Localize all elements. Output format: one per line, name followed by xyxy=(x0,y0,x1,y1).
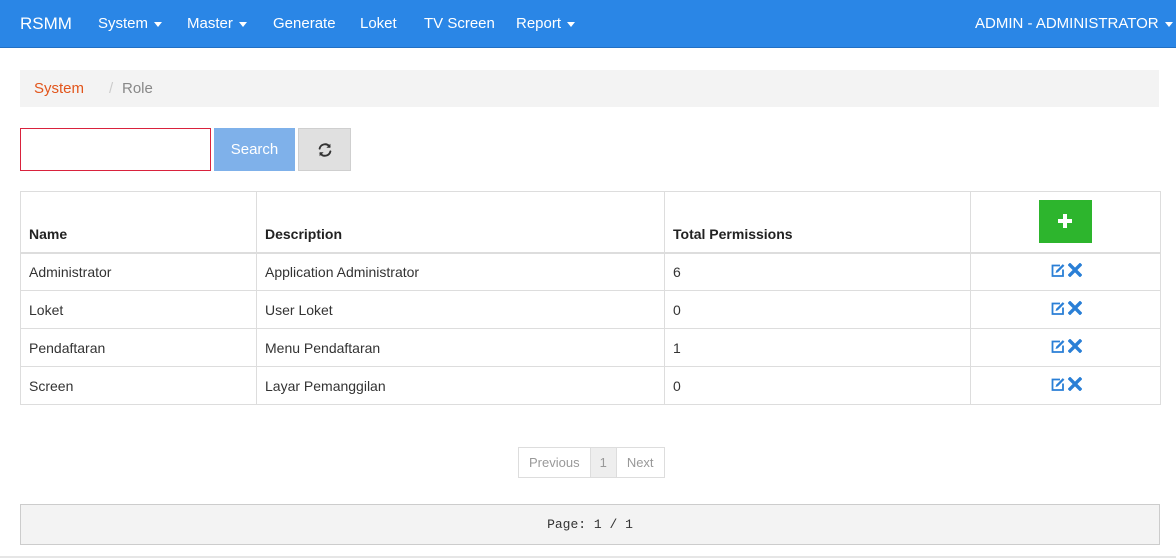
nav-item-label: TV Screen xyxy=(424,15,495,32)
nav-item-system[interactable]: System xyxy=(98,0,163,48)
column-header-actions xyxy=(970,191,1161,254)
breadcrumb-separator: / xyxy=(109,80,114,97)
cell-name: Pendaftaran xyxy=(20,328,257,367)
nav-item-label: Generate xyxy=(273,15,336,32)
cell-actions xyxy=(970,328,1161,367)
cell-description: User Loket xyxy=(256,290,665,329)
cell-description: Application Administrator xyxy=(256,252,665,291)
caret-down-icon xyxy=(1164,21,1173,27)
brand-link[interactable]: RSMM xyxy=(20,0,72,48)
nav-item-loket[interactable]: Loket xyxy=(360,0,397,48)
breadcrumb-system-link[interactable]: System xyxy=(34,70,84,107)
refresh-button[interactable] xyxy=(298,128,351,171)
breadcrumb-current: Role xyxy=(122,80,153,97)
cell-description: Layar Pemanggilan xyxy=(256,366,665,405)
add-role-button[interactable] xyxy=(1039,200,1092,244)
role-table: Name Description Total Permissions Admin… xyxy=(20,191,1161,405)
caret-down-icon xyxy=(238,21,247,27)
delete-icon[interactable] xyxy=(1067,376,1082,394)
table-row: Administrator Application Administrator 6 xyxy=(20,252,1161,291)
breadcrumb: System / Role xyxy=(20,70,1159,107)
edit-icon[interactable] xyxy=(1050,339,1066,357)
cell-actions xyxy=(970,252,1161,291)
table-row: Loket User Loket 0 xyxy=(20,290,1161,329)
pagination: Previous 1 Next xyxy=(518,447,665,478)
nav-item-tv-screen[interactable]: TV Screen xyxy=(424,0,495,48)
cell-name: Administrator xyxy=(20,252,257,291)
table-header-row: Name Description Total Permissions xyxy=(20,191,1161,254)
delete-icon[interactable] xyxy=(1067,300,1082,318)
cell-actions xyxy=(970,366,1161,405)
user-menu-label: ADMIN - ADMINISTRATOR xyxy=(975,15,1159,32)
delete-icon[interactable] xyxy=(1067,338,1082,356)
cell-description: Menu Pendaftaran xyxy=(256,328,665,367)
edit-icon[interactable] xyxy=(1050,377,1066,395)
refresh-icon xyxy=(318,142,331,157)
edit-icon[interactable] xyxy=(1050,263,1066,281)
edit-icon[interactable] xyxy=(1050,301,1066,319)
cell-name: Screen xyxy=(20,366,257,405)
nav-item-generate[interactable]: Generate xyxy=(273,0,336,48)
delete-icon[interactable] xyxy=(1067,262,1082,280)
column-header-total-permissions: Total Permissions xyxy=(664,191,971,254)
plus-icon xyxy=(1058,214,1072,229)
column-header-description: Description xyxy=(256,191,665,254)
nav-item-master[interactable]: Master xyxy=(187,0,247,48)
search-button[interactable]: Search xyxy=(214,128,295,171)
caret-down-icon xyxy=(154,21,163,27)
cell-total: 0 xyxy=(664,366,971,405)
cell-total: 1 xyxy=(664,328,971,367)
table-row: Screen Layar Pemanggilan 0 xyxy=(20,366,1161,405)
cell-total: 6 xyxy=(664,252,971,291)
cell-total: 0 xyxy=(664,290,971,329)
cell-name: Loket xyxy=(20,290,257,329)
pagination-page-1[interactable]: 1 xyxy=(589,447,617,478)
pagination-next[interactable]: Next xyxy=(615,447,665,478)
page-info: Page: 1 / 1 xyxy=(20,504,1160,545)
cell-actions xyxy=(970,290,1161,329)
nav-item-label: Report xyxy=(516,15,562,32)
table-row: Pendaftaran Menu Pendaftaran 1 xyxy=(20,328,1161,367)
nav-item-label: System xyxy=(98,15,149,32)
column-header-name: Name xyxy=(20,191,257,254)
caret-down-icon xyxy=(567,21,576,27)
user-menu[interactable]: ADMIN - ADMINISTRATOR xyxy=(975,0,1173,48)
top-navbar: RSMM System Master Generate Loket TV Scr… xyxy=(0,0,1176,48)
nav-item-label: Master xyxy=(187,15,233,32)
pagination-previous[interactable]: Previous xyxy=(518,447,591,478)
nav-item-report[interactable]: Report xyxy=(516,0,576,48)
nav-item-label: Loket xyxy=(360,15,397,32)
search-input[interactable] xyxy=(20,128,211,171)
